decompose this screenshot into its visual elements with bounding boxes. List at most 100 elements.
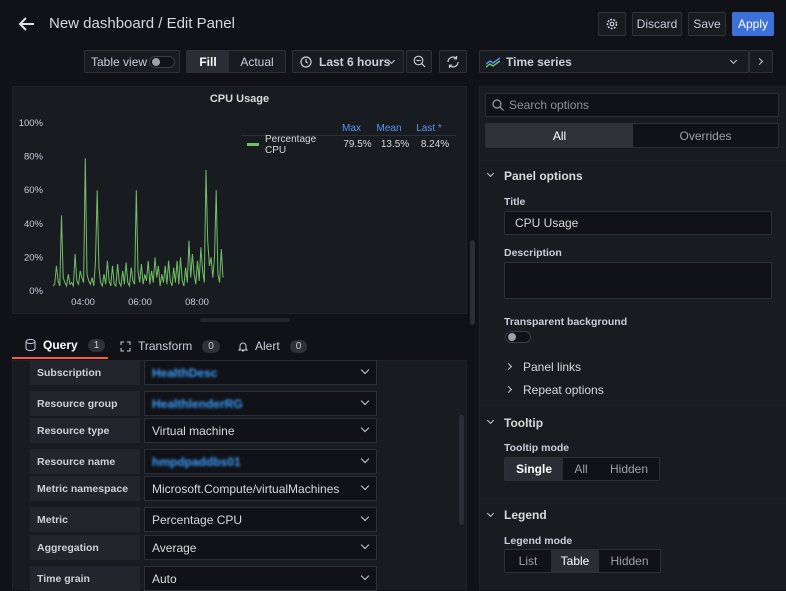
chevron-down-icon (360, 540, 370, 550)
time-series-icon (486, 56, 500, 68)
tab-all[interactable]: All (486, 124, 633, 147)
legend-header-mean[interactable]: Mean (369, 123, 409, 134)
tab-overrides[interactable]: Overrides (633, 124, 778, 147)
bell-icon (238, 342, 248, 351)
subscription-label: Subscription (30, 360, 140, 385)
time-grain-value: Auto (152, 571, 177, 586)
tab-alert-count: 0 (289, 339, 308, 353)
refresh-button[interactable] (439, 50, 467, 73)
legend-row[interactable]: Percentage CPU 79.5% 13.5% 8.24% (241, 133, 456, 156)
legend-mode-hidden[interactable]: Hidden (599, 550, 660, 572)
resource-group-label: Resource group (30, 391, 140, 416)
title-input-value: CPU Usage (515, 216, 579, 230)
resource-type-select[interactable]: Virtual machine (144, 418, 377, 443)
legend-mode-label: Legend mode (504, 535, 573, 547)
chevron-down-icon (360, 481, 370, 491)
fill-actual-group: Fill Actual (186, 50, 286, 73)
resource-group-select[interactable]: HealthlenderRG (144, 391, 377, 416)
tab-transform-label: Transform (138, 339, 193, 353)
settings-button[interactable] (598, 12, 626, 36)
transform-icon (120, 341, 131, 351)
tooltip-mode-all[interactable]: All (563, 458, 599, 480)
tab-transform[interactable]: Transform 0 (120, 333, 220, 359)
legend-header[interactable]: Legend (504, 508, 547, 522)
aggregation-value: Average (152, 540, 197, 555)
zoom-out-button[interactable] (406, 50, 432, 73)
clock-icon (300, 55, 312, 68)
preview-scrollbar[interactable] (470, 240, 475, 325)
resource-name-select[interactable]: hmpdpaddbs01 (144, 449, 377, 474)
apply-button[interactable]: Apply (732, 12, 774, 36)
transparent-background-label: Transparent background (504, 316, 628, 328)
y-tick-label: 0% (29, 286, 43, 297)
description-textarea[interactable] (504, 262, 772, 299)
tab-query-count: 1 (87, 338, 106, 352)
aggregation-select[interactable]: Average (144, 535, 377, 560)
subscription-value: HealthDesc (152, 365, 218, 380)
visualization-picker[interactable]: Time series (479, 50, 749, 73)
panel-preview: CPU Usage 100% 80% 60% 40% 20% 0% 04:00 06:00 08… (12, 86, 467, 314)
tooltip-mode-single[interactable]: Single (505, 458, 563, 480)
resource-name-value: hmpdpaddbs01 (152, 454, 241, 469)
chevron-down-icon (360, 396, 370, 406)
resource-type-value: Virtual machine (152, 423, 235, 438)
save-button[interactable]: Save (688, 12, 726, 36)
metric-namespace-select[interactable]: Microsoft.Compute/virtualMachines (144, 476, 377, 501)
legend-last-value: 8.24% (420, 139, 450, 150)
query-scrollbar[interactable] (459, 415, 464, 525)
legend-header-last[interactable]: Last * (409, 123, 449, 134)
actual-option[interactable]: Actual (229, 51, 285, 72)
x-tick-label: 08:00 (185, 297, 209, 308)
y-tick-label: 100% (19, 118, 44, 129)
table-view-switch[interactable] (149, 56, 175, 68)
options-collapse-button[interactable] (749, 50, 773, 73)
splitter-handle[interactable] (200, 318, 290, 322)
resource-type-label: Resource type (30, 418, 140, 443)
divider (479, 160, 786, 161)
legend-mode-table[interactable]: Table (551, 550, 599, 572)
y-tick-label: 20% (24, 252, 44, 263)
y-tick-label: 80% (24, 152, 44, 163)
title-input[interactable]: CPU Usage (504, 211, 772, 235)
metric-namespace-value: Microsoft.Compute/virtualMachines (152, 481, 340, 496)
subscription-select[interactable]: HealthDesc (144, 360, 377, 385)
time-grain-select[interactable]: Auto (144, 566, 377, 591)
metric-select[interactable]: Percentage CPU (144, 507, 377, 532)
series-line-percentage-cpu (52, 158, 224, 288)
panel-options-header[interactable]: Panel options (504, 169, 583, 183)
back-arrow-icon[interactable] (17, 16, 35, 32)
legend-mode-group: List Table Hidden (504, 549, 661, 573)
time-range-label: Last 6 hours (319, 54, 391, 69)
search-icon (492, 99, 504, 111)
page-title: New dashboard / Edit Panel (49, 15, 235, 32)
time-range-picker[interactable]: Last 6 hours (292, 50, 404, 73)
tooltip-mode-hidden[interactable]: Hidden (599, 458, 659, 480)
database-icon (25, 339, 36, 351)
title-field-label: Title (504, 196, 526, 208)
divider (479, 498, 786, 499)
transparent-background-switch[interactable] (505, 331, 531, 343)
tooltip-header[interactable]: Tooltip (504, 416, 543, 430)
metric-namespace-label: Metric namespace (30, 476, 140, 501)
chevron-down-icon (360, 365, 370, 375)
legend-mean-value: 13.5% (380, 139, 410, 150)
repeat-options-header[interactable]: Repeat options (523, 383, 604, 397)
table-view-toggle[interactable]: Table view (84, 50, 180, 73)
fill-option[interactable]: Fill (187, 51, 229, 72)
resource-group-value: HealthlenderRG (152, 396, 243, 411)
chevron-down-icon (360, 571, 370, 581)
search-options-input[interactable]: Search options (485, 93, 779, 117)
tab-alert-label: Alert (255, 339, 280, 353)
legend-series-name: Percentage CPU (265, 133, 317, 156)
x-tick-label: 04:00 (71, 297, 95, 308)
tab-alert[interactable]: Alert 0 (238, 333, 318, 359)
chevron-down-icon (729, 56, 738, 65)
panel-links-header[interactable]: Panel links (523, 360, 581, 374)
legend-header-max[interactable]: Max (334, 123, 369, 134)
x-tick-label: 06:00 (128, 297, 152, 308)
legend-mode-list[interactable]: List (505, 550, 551, 572)
chevron-down-icon (360, 423, 370, 433)
discard-button[interactable]: Discard (632, 12, 682, 36)
chevron-right-icon (755, 57, 764, 66)
tab-query[interactable]: Query 1 (12, 333, 108, 359)
